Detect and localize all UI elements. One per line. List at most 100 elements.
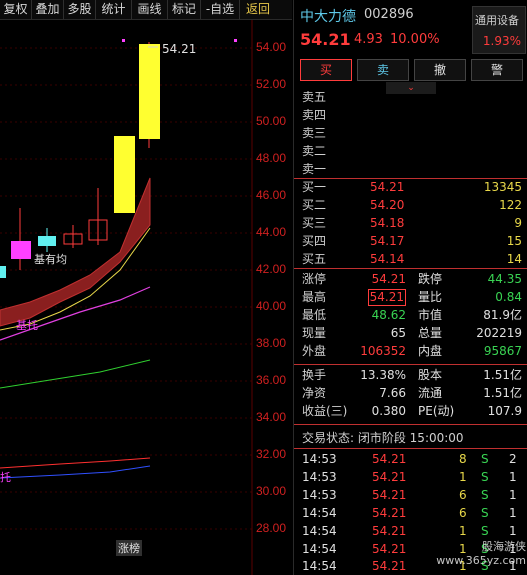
tick-row: 14:54 54.21 6 S 1 bbox=[294, 504, 527, 522]
tick-time: 14:53 bbox=[302, 470, 337, 484]
stat-value: 54.21 bbox=[367, 289, 406, 306]
trade-status: 交易状态: 闭市阶段 15:00:00 bbox=[294, 429, 527, 447]
alert-button[interactable]: 警 bbox=[471, 59, 523, 81]
stat-value: 0.84 bbox=[495, 290, 522, 304]
tick-price: 54.21 bbox=[372, 542, 407, 556]
tick-row: 14:53 54.21 6 S 1 bbox=[294, 486, 527, 504]
stat-label: 最低 bbox=[302, 308, 327, 322]
ask-label: 卖二 bbox=[302, 144, 327, 158]
bid-row[interactable]: 买三 54.18 9 bbox=[294, 214, 527, 232]
tick-side: S bbox=[481, 452, 489, 466]
stat-row: 收益(三) 0.380 PE(动) 107.9 bbox=[294, 402, 527, 420]
bid-volume: 122 bbox=[499, 198, 522, 212]
y-tick: 40.00 bbox=[256, 299, 287, 313]
ask-row: 卖四 bbox=[294, 106, 527, 124]
ask-row: 卖三 bbox=[294, 124, 527, 142]
ask-label: 卖五 bbox=[302, 90, 327, 104]
stat-label: 换手 bbox=[302, 368, 327, 382]
candle bbox=[38, 236, 56, 246]
bid-row[interactable]: 买五 54.14 14 bbox=[294, 250, 527, 268]
stat-value: 54.21 bbox=[371, 272, 406, 286]
stat-value: 1.51亿 bbox=[483, 368, 522, 382]
candle bbox=[114, 136, 135, 213]
bid-label: 买一 bbox=[302, 180, 327, 194]
y-tick: 48.00 bbox=[256, 151, 287, 165]
overlay-button[interactable]: 叠加 bbox=[32, 0, 64, 19]
stock-code: 002896 bbox=[364, 7, 414, 22]
stat-row: 外盘 106352 内盘 95867 bbox=[294, 342, 527, 360]
tick-side: S bbox=[481, 470, 489, 484]
ask-row: 卖二 bbox=[294, 142, 527, 160]
tick-volume: 8 bbox=[459, 452, 467, 466]
quote-panel: 中大力德 002896 通用设备 1.93% 54.21 4.93 10.00%… bbox=[293, 0, 527, 575]
ask-label: 卖三 bbox=[302, 126, 327, 140]
y-tick: 54.00 bbox=[256, 40, 287, 54]
tick-row: 14:53 54.21 1 S 1 bbox=[294, 468, 527, 486]
bid-row[interactable]: 买一 54.21 13345 bbox=[294, 178, 527, 196]
tick-volume: 6 bbox=[459, 506, 467, 520]
tick-count: 1 bbox=[509, 524, 517, 538]
tick-side: S bbox=[481, 524, 489, 538]
bid-label: 买四 bbox=[302, 234, 327, 248]
restore-rights-button[interactable]: 复权 bbox=[0, 0, 32, 19]
tick-side: S bbox=[481, 506, 489, 520]
back-button[interactable]: 返回 bbox=[240, 0, 276, 19]
tick-volume: 1 bbox=[459, 470, 467, 484]
stock-name: 中大力德 bbox=[300, 9, 356, 25]
multi-stock-button[interactable]: 多股 bbox=[64, 0, 96, 19]
tick-price: 54.21 bbox=[372, 559, 407, 573]
stat-value: 106352 bbox=[360, 344, 406, 358]
stat-value: 95867 bbox=[483, 344, 522, 358]
stat-label: PE(动) bbox=[418, 404, 455, 418]
tick-time: 14:54 bbox=[302, 524, 337, 538]
bid-price: 54.17 bbox=[370, 234, 405, 248]
stat-label: 现量 bbox=[302, 326, 327, 340]
stat-label: 最高 bbox=[302, 290, 327, 304]
draw-line-button[interactable]: 画线 bbox=[132, 0, 168, 19]
industry-box[interactable]: 通用设备 1.93% bbox=[472, 6, 526, 54]
bid-row[interactable]: 买四 54.17 15 bbox=[294, 232, 527, 250]
bid-volume: 14 bbox=[506, 252, 522, 266]
tick-count: 1 bbox=[509, 470, 517, 484]
stat-label: 量比 bbox=[418, 290, 443, 304]
stat-label: 内盘 bbox=[418, 344, 443, 358]
tick-price: 54.21 bbox=[372, 506, 407, 520]
stat-row: 最低 48.62 市值 81.9亿 bbox=[294, 306, 527, 324]
tick-count: 1 bbox=[509, 506, 517, 520]
current-price: 54.21 bbox=[300, 30, 351, 49]
chart-annotation: 基有均 bbox=[34, 253, 67, 266]
stat-value: 44.35 bbox=[487, 272, 522, 286]
stat-value: 48.62 bbox=[371, 308, 406, 322]
kline-chart[interactable]: 54.21 基有均 基托 托 涨榜 54.00 52.00 50.00 48.0… bbox=[0, 20, 292, 575]
statistics-button[interactable]: 统计 bbox=[96, 0, 132, 19]
tick-time: 14:54 bbox=[302, 542, 337, 556]
stat-row: 现量 65 总量 202219 bbox=[294, 324, 527, 342]
stat-label: 涨停 bbox=[302, 272, 327, 286]
tick-time: 14:53 bbox=[302, 488, 337, 502]
stat-value: 81.9亿 bbox=[483, 308, 522, 322]
bid-price: 54.18 bbox=[370, 216, 405, 230]
stat-label: 流通 bbox=[418, 386, 443, 400]
price-change-pct: 10.00% bbox=[390, 32, 440, 47]
bid-volume: 13345 bbox=[483, 180, 522, 194]
bid-price: 54.14 bbox=[370, 252, 405, 266]
stat-row: 净资 7.66 流通 1.51亿 bbox=[294, 384, 527, 402]
cancel-order-button[interactable]: 撤 bbox=[414, 59, 466, 81]
watermark: 股海游侠 www.365yz.com bbox=[436, 540, 526, 567]
y-tick: 42.00 bbox=[256, 262, 287, 276]
y-tick: 34.00 bbox=[256, 410, 287, 424]
chart-annotation: 基托 bbox=[16, 319, 38, 332]
high-price-label: 54.21 bbox=[162, 42, 197, 56]
bid-row[interactable]: 买二 54.20 122 bbox=[294, 196, 527, 214]
tick-volume: 1 bbox=[459, 524, 467, 538]
ask-row: 卖五 bbox=[294, 88, 527, 106]
candle bbox=[11, 241, 31, 259]
mark-button[interactable]: 标记 bbox=[168, 0, 201, 19]
sell-button[interactable]: 卖 bbox=[357, 59, 409, 81]
buy-button[interactable]: 买 bbox=[300, 59, 352, 81]
stat-row: 涨停 54.21 跌停 44.35 bbox=[294, 270, 527, 288]
y-tick: 30.00 bbox=[256, 484, 287, 498]
stat-value: 13.38% bbox=[360, 368, 406, 382]
ask-label: 卖四 bbox=[302, 108, 327, 122]
remove-watchlist-button[interactable]: -自选 bbox=[201, 0, 240, 19]
